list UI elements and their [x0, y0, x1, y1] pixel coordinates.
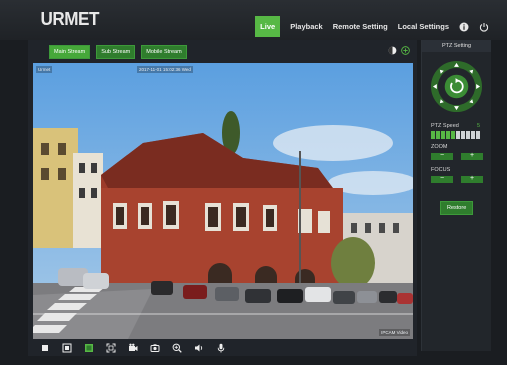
zoom-out-button[interactable]: − — [431, 152, 453, 160]
zoom-in-icon[interactable] — [172, 343, 182, 353]
restore-button[interactable]: Restore — [440, 201, 474, 215]
osd-camera-name: Urmet — [36, 66, 53, 73]
focus-plus-button[interactable]: + — [461, 175, 483, 183]
fit-window-icon[interactable] — [62, 343, 72, 353]
mobile-stream-button[interactable]: Mobile Stream — [141, 45, 187, 59]
live-view-panel: Main Stream Sub Stream Mobile Stream Urm… — [28, 40, 417, 356]
image-adjust-icon[interactable] — [388, 46, 397, 55]
top-bar: URMET Live Playback Remote Setting Local… — [0, 0, 507, 40]
nav-live[interactable]: Live — [255, 16, 281, 37]
urmet-logo: URMET — [40, 9, 100, 29]
camera-scene-image — [33, 63, 413, 339]
original-size-icon[interactable] — [84, 343, 94, 353]
focus-minus-button[interactable]: − — [431, 175, 453, 183]
zoom-controls: − + — [431, 152, 483, 160]
zoom-label: ZOOM — [431, 144, 448, 150]
zoom-in-button[interactable]: + — [461, 152, 483, 160]
ptz-direction-pad[interactable] — [429, 59, 484, 114]
nav-playback[interactable]: Playback — [290, 22, 323, 31]
power-icon[interactable] — [479, 22, 489, 32]
focus-label: FOCUS — [431, 167, 451, 173]
add-view-icon[interactable] — [401, 46, 410, 55]
focus-controls: − + — [431, 175, 483, 183]
ptz-speed-value: 5 — [477, 123, 481, 129]
main-nav: Live Playback Remote Setting Local Setti… — [255, 16, 489, 37]
nav-local-settings[interactable]: Local Settings — [398, 22, 449, 31]
info-icon[interactable] — [459, 22, 469, 32]
ptz-speed-slider[interactable] — [431, 131, 480, 139]
ptz-panel: PTZ Setting PTZ Speed 5 ZOOM − + FOCUS −… — [421, 40, 491, 351]
stop-icon[interactable] — [40, 343, 50, 353]
microphone-icon[interactable] — [216, 343, 226, 353]
nav-remote-setting[interactable]: Remote Setting — [333, 22, 388, 31]
record-icon[interactable] — [128, 343, 138, 353]
osd-timestamp: 2017-11-01 15:02:36 Wed — [137, 66, 193, 73]
sub-stream-button[interactable]: Sub Stream — [96, 45, 136, 59]
snapshot-icon[interactable] — [150, 343, 160, 353]
camera-video-feed[interactable]: Urmet 2017-11-01 15:02:36 Wed IPCAM Vide… — [33, 63, 413, 339]
ptz-speed-label: PTZ Speed — [431, 123, 459, 129]
view-icons — [388, 46, 410, 55]
stream-selector: Main Stream Sub Stream Mobile Stream — [49, 45, 187, 59]
live-toolbar — [28, 340, 429, 356]
audio-icon[interactable] — [194, 343, 204, 353]
fullscreen-icon[interactable] — [106, 343, 116, 353]
osd-footer-text: IPCAM Video — [379, 329, 410, 336]
ptz-title: PTZ Setting — [422, 40, 491, 52]
main-stream-button[interactable]: Main Stream — [49, 45, 91, 59]
